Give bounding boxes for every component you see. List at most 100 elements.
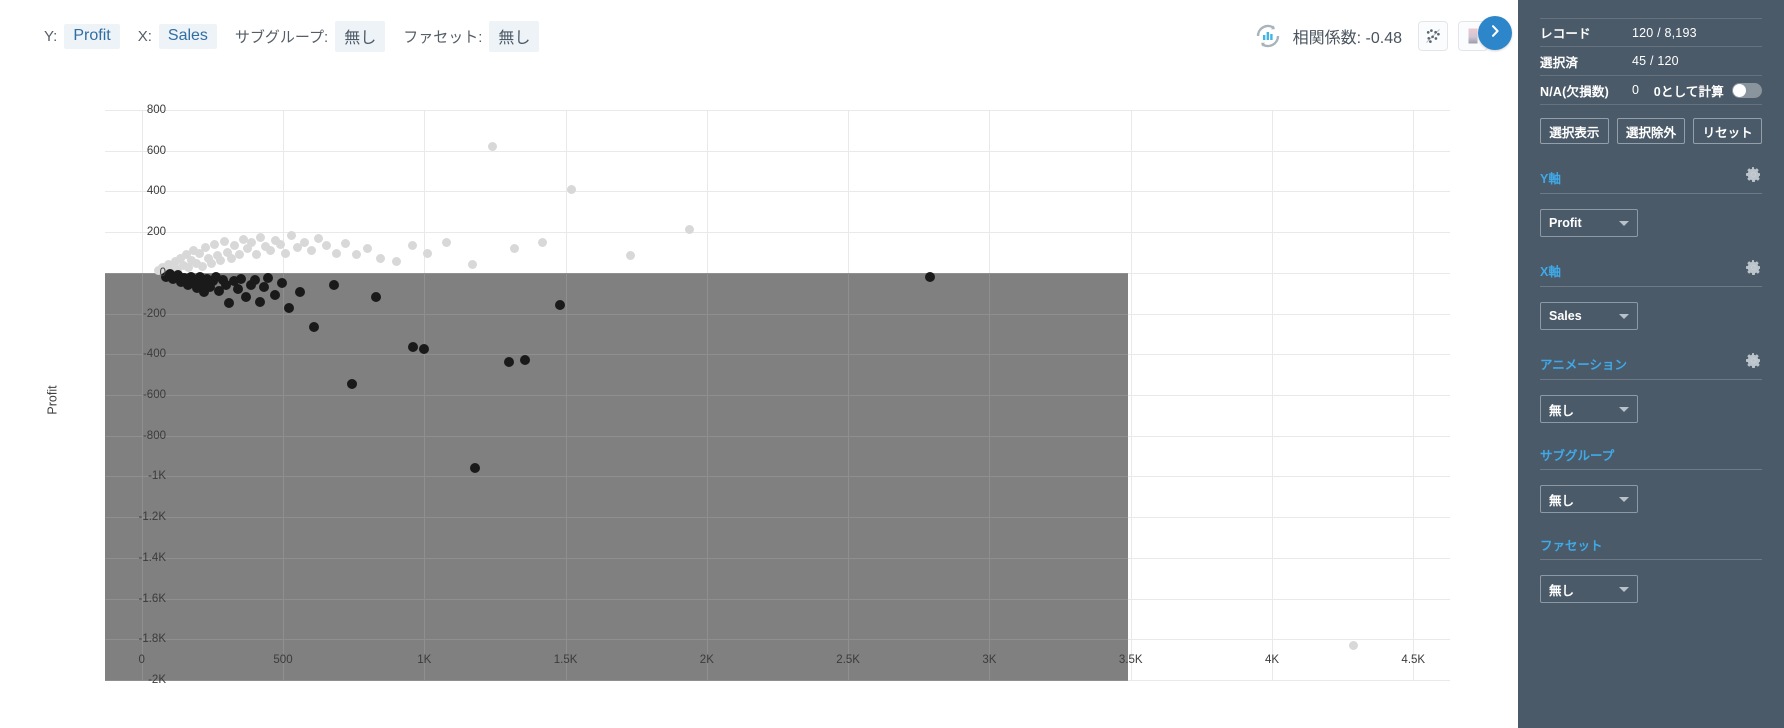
gridline-horizontal — [105, 476, 1128, 478]
data-point[interactable] — [200, 242, 210, 252]
data-point[interactable] — [210, 239, 220, 249]
data-point[interactable] — [363, 243, 373, 253]
data-point[interactable] — [422, 249, 432, 259]
na-toggle-group: 0として計算 — [1654, 81, 1762, 100]
data-point[interactable] — [538, 238, 548, 248]
data-point-selected[interactable] — [925, 271, 936, 282]
data-point[interactable] — [1349, 640, 1359, 650]
panel-toggle-button[interactable] — [1478, 16, 1512, 50]
data-point[interactable] — [391, 256, 401, 266]
panel-section-animation: アニメーション 無し — [1540, 352, 1762, 423]
data-point[interactable] — [207, 258, 217, 268]
data-point[interactable] — [219, 236, 229, 246]
data-point-selected[interactable] — [236, 273, 247, 284]
gridline-horizontal — [105, 313, 1128, 315]
chevron-down-icon — [1619, 496, 1629, 502]
toolbar-subgroup-value[interactable]: 無し — [335, 20, 386, 52]
gear-icon[interactable] — [1745, 259, 1762, 281]
gridline-horizontal — [105, 435, 1128, 437]
data-point[interactable] — [332, 248, 342, 258]
data-point-selected[interactable] — [258, 282, 269, 293]
gridline-vertical — [283, 272, 284, 680]
section-header: サブグループ — [1540, 445, 1762, 470]
x-axis-tick-label: 4K — [1264, 654, 1280, 666]
scatter-chart[interactable]: Profit Sales 8006004002000-200-400-600-8… — [0, 72, 1518, 728]
data-point[interactable] — [487, 142, 497, 152]
toolbar-y-value[interactable]: Profit — [64, 23, 120, 49]
data-point-selected[interactable] — [419, 343, 430, 354]
panel-section-subgroup: サブグループ 無し — [1540, 445, 1762, 513]
toolbar-x-field: X: Sales — [138, 23, 217, 49]
data-point[interactable] — [467, 260, 477, 270]
data-point[interactable] — [247, 237, 257, 247]
data-point[interactable] — [442, 238, 452, 248]
data-point[interactable] — [566, 184, 576, 194]
data-point[interactable] — [626, 251, 636, 261]
data-point[interactable] — [299, 237, 309, 247]
data-point[interactable] — [286, 230, 296, 240]
toolbar-facet-value[interactable]: 無し — [489, 20, 540, 52]
data-point-selected[interactable] — [309, 321, 320, 332]
gridline-vertical — [989, 272, 991, 680]
data-point[interactable] — [510, 244, 520, 254]
data-point[interactable] — [375, 253, 385, 263]
data-point[interactable] — [197, 262, 207, 272]
data-point[interactable] — [251, 250, 261, 260]
exclude-selected-button[interactable]: 選択除外 — [1616, 118, 1686, 144]
refresh-chart-icon[interactable] — [1253, 21, 1283, 51]
panel-section-facet: ファセット 無し — [1540, 535, 1762, 603]
data-point-selected[interactable] — [294, 286, 305, 297]
data-point[interactable] — [255, 232, 265, 242]
y-axis-tick-label: 0 — [159, 266, 166, 279]
scatter-plot-icon[interactable] — [1418, 21, 1448, 51]
data-point[interactable] — [265, 245, 275, 255]
reset-button[interactable]: リセット — [1693, 118, 1763, 144]
toolbar-x-value[interactable]: Sales — [158, 23, 217, 49]
stat-value: 120 / 8,193 — [1632, 25, 1697, 40]
y-axis-tick-label: -2K — [148, 674, 166, 686]
x-axis-tick-label: 0 — [138, 654, 145, 666]
x-axis-tick-label: 1.5K — [553, 654, 578, 666]
data-point-selected[interactable] — [240, 291, 251, 302]
data-point[interactable] — [234, 249, 244, 259]
x-axis-tick-label: 2K — [699, 654, 714, 666]
data-point[interactable] — [281, 249, 291, 259]
y-axis-dropdown[interactable]: Profit — [1540, 209, 1638, 237]
data-point-selected[interactable] — [249, 274, 260, 285]
data-point-selected[interactable] — [519, 355, 530, 366]
show-selected-button[interactable]: 選択表示 — [1540, 118, 1609, 144]
facet-dropdown[interactable]: 無し — [1540, 575, 1638, 603]
stat-label: 選択済 — [1540, 55, 1579, 70]
chevron-down-icon — [1619, 220, 1629, 226]
data-point-selected[interactable] — [347, 378, 358, 389]
gridline-vertical — [1130, 110, 1132, 680]
data-point[interactable] — [216, 256, 226, 266]
dropdown-value: Sales — [1549, 309, 1582, 323]
section-title: Y軸 — [1540, 171, 1561, 186]
gridline-horizontal — [105, 191, 1450, 193]
treat-na-as-zero-toggle[interactable] — [1732, 82, 1762, 98]
data-point[interactable] — [313, 233, 323, 243]
gridline-horizontal — [105, 639, 1128, 641]
data-point[interactable] — [322, 241, 332, 251]
animation-dropdown[interactable]: 無し — [1540, 395, 1638, 423]
y-axis-tick-label: -1K — [148, 470, 166, 483]
dropdown-value: 無し — [1549, 583, 1575, 598]
stat-label: レコード — [1540, 27, 1591, 41]
data-point[interactable] — [351, 250, 361, 260]
data-point-selected[interactable] — [232, 283, 243, 294]
panel-sections: Y軸 Profit X軸 Sales アニメーション 無し サブグループ 無し ファセット 無し — [1540, 166, 1762, 603]
subgroup-dropdown[interactable]: 無し — [1540, 485, 1638, 513]
data-point-selected[interactable] — [269, 289, 280, 300]
data-point[interactable] — [408, 241, 418, 251]
plot-area[interactable] — [105, 110, 1450, 681]
gear-icon[interactable] — [1745, 352, 1762, 374]
x-axis-dropdown[interactable]: Sales — [1540, 302, 1638, 330]
na-row: N/A(欠損数) 0 0として計算 — [1540, 76, 1762, 105]
chevron-down-icon — [1619, 586, 1629, 592]
data-point[interactable] — [275, 239, 285, 249]
gear-icon[interactable] — [1745, 166, 1762, 188]
data-point[interactable] — [306, 246, 316, 256]
data-point[interactable] — [340, 238, 350, 248]
gridline-horizontal — [105, 232, 1450, 234]
